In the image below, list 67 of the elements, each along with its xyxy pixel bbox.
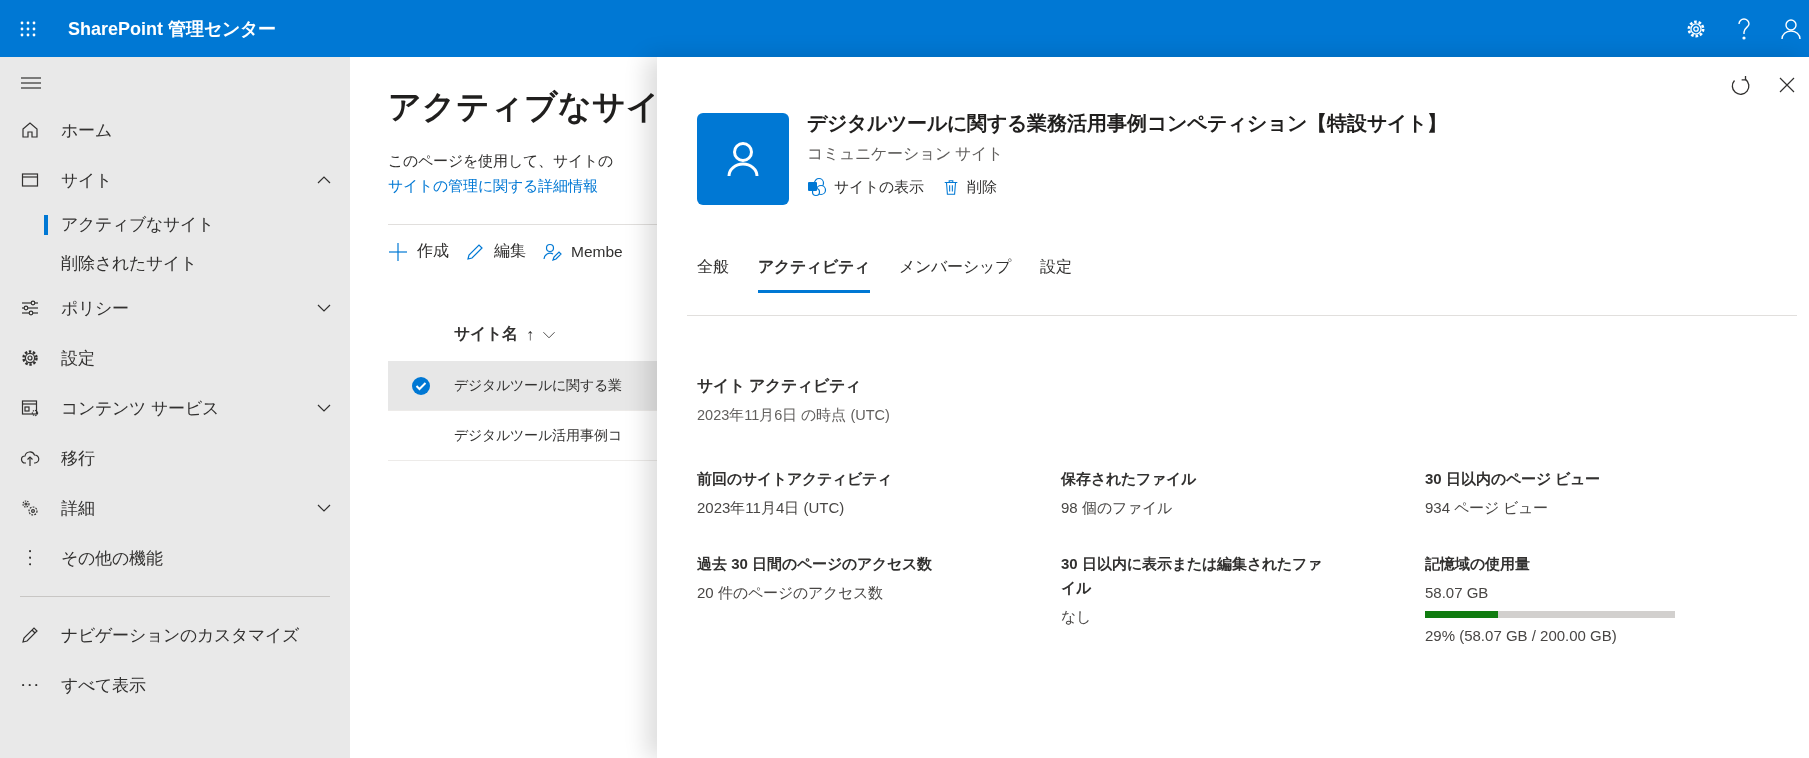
nav-item[interactable]: ホーム <box>0 105 350 155</box>
home-icon <box>20 120 40 140</box>
stat-label: 過去 30 日間のページのアクセス数 <box>697 554 934 574</box>
tab[interactable]: 全般 <box>697 257 729 293</box>
stat-value: 20 件のページのアクセス数 <box>697 584 884 603</box>
cloud-upload-icon <box>20 448 40 468</box>
nav-subitem[interactable]: 削除されたサイト <box>0 244 350 283</box>
toolbar-button[interactable]: Membe <box>542 241 623 262</box>
sharepoint-icon <box>807 177 827 197</box>
stat-label: 30 日以内のページ ビュー <box>1425 469 1602 489</box>
trash-icon <box>942 177 960 197</box>
stat-label: 保存されたファイル <box>1061 469 1197 489</box>
site-title: デジタルツールに関する業務活用事例コンペティション【特設サイト】 <box>807 111 1447 136</box>
action-button[interactable]: サイトの表示 <box>807 177 924 197</box>
nav-item[interactable]: すべて表示 <box>0 660 350 710</box>
stat-label: 30 日以内に表示または編集されたファイル <box>1061 554 1323 598</box>
tab[interactable]: アクティビティ <box>758 257 870 293</box>
gears-icon <box>20 498 40 518</box>
stat-value: なし <box>1061 608 1092 627</box>
stat-value: 58.07 GB <box>1425 584 1490 601</box>
plus-icon <box>388 241 408 262</box>
nav-item[interactable]: ナビゲーションのカスタマイズ <box>0 610 350 660</box>
as-of-date: 2023年11月6日 の時点 (UTC) <box>697 406 891 425</box>
nav-item[interactable]: 移行 <box>0 433 350 483</box>
user-icon[interactable] <box>1781 17 1801 40</box>
nav-item[interactable]: サイト <box>0 155 350 205</box>
sliders-icon <box>20 298 40 318</box>
table-cell[interactable]: デジタルツール活用事例コ <box>454 426 622 445</box>
tab[interactable]: メンバーシップ <box>899 257 1011 293</box>
nav-subitem[interactable]: アクティブなサイト <box>0 205 350 244</box>
toolbar-button[interactable]: 編集 <box>465 241 526 262</box>
nav-item[interactable]: ポリシー <box>0 283 350 333</box>
stat-label: 記憶域の使用量 <box>1425 554 1531 574</box>
nav-item[interactable]: その他の機能 <box>0 533 350 583</box>
meter-reading: 29% (58.07 GB / 200.00 GB) <box>1425 627 1618 644</box>
sort-indicator: ↑ <box>526 325 534 344</box>
stat-label: 前回のサイトアクティビティ <box>697 469 893 489</box>
nav-item[interactable]: 詳細 <box>0 483 350 533</box>
page-title: アクティブなサイ <box>388 87 657 127</box>
tab[interactable]: 設定 <box>1040 257 1072 293</box>
refresh-icon[interactable] <box>1729 75 1751 97</box>
person-icon <box>726 141 760 177</box>
help-link[interactable]: サイトの管理に関する詳細情報 <box>388 177 598 196</box>
section-title: サイト アクティビティ <box>697 376 863 396</box>
table-row[interactable]: デジタルツールに関する業 <box>388 361 657 411</box>
nav-item[interactable]: コンテンツ サービス <box>0 383 350 433</box>
stat-value: 934 ページ ビュー <box>1425 499 1550 518</box>
vertical-ellipsis-icon <box>28 550 32 566</box>
window-icon <box>20 170 40 190</box>
close-icon[interactable] <box>1777 75 1797 95</box>
stat-value: 2023年11月4日 (UTC) <box>697 499 846 518</box>
person-edit-icon <box>542 241 562 262</box>
ellipsis-icon <box>22 683 38 687</box>
pencil-icon <box>20 625 40 645</box>
stat-value: 98 個のファイル <box>1061 499 1173 518</box>
toolbar-button[interactable]: 作成 <box>388 241 449 262</box>
action-button[interactable]: 削除 <box>942 177 997 197</box>
column-header[interactable]: サイト名 <box>454 324 518 345</box>
app-title: SharePoint 管理センター <box>68 17 278 41</box>
help-icon[interactable] <box>1737 17 1751 40</box>
page-description: このページを使用して、サイトの <box>388 152 614 171</box>
settings-icon <box>20 348 40 368</box>
table-cell[interactable]: デジタルツールに関する業 <box>454 376 622 395</box>
site-type: コミュニケーション サイト <box>807 144 1005 164</box>
nav-item[interactable]: 設定 <box>0 333 350 383</box>
content-gear-icon <box>20 398 40 418</box>
check-circle-icon[interactable] <box>411 375 431 396</box>
